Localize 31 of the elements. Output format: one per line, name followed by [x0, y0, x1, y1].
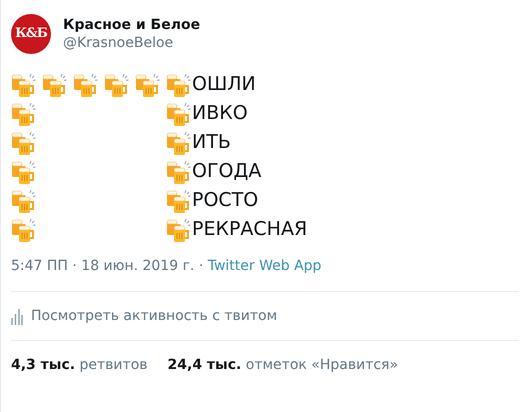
timestamp: 5:47 ПП · 18 июн. 2019 г. · — [11, 258, 204, 274]
beer-mugs-icon — [166, 72, 192, 98]
beer-mugs-icon — [104, 72, 130, 98]
beer-mugs-icon — [11, 130, 37, 156]
tweet-text: РЕКРАСНАЯ — [192, 217, 308, 242]
tweet-text: ОГОДА — [192, 159, 262, 184]
beer-mugs-icon — [135, 72, 161, 98]
avatar[interactable]: К&Б — [11, 14, 51, 54]
beer-mugs-icon — [166, 130, 192, 156]
author-handle[interactable]: @KrasnoeBeloe — [63, 34, 200, 52]
author-name[interactable]: Красное и Белое — [63, 16, 200, 34]
view-activity-link[interactable]: Посмотреть активность с твитом — [31, 306, 278, 327]
source-link[interactable]: Twitter Web App — [208, 258, 322, 274]
analytics-icon[interactable] — [11, 308, 23, 324]
beer-mugs-icon — [11, 100, 37, 126]
tweet-text: ИТЬ — [192, 130, 231, 155]
beer-mugs-icon — [11, 188, 37, 214]
beer-mugs-icon — [11, 216, 37, 242]
beer-mugs-icon — [166, 188, 192, 214]
stat-link[interactable]: 24,4 тыс. отметок «Нравится» — [168, 355, 398, 376]
beer-mugs-icon — [166, 100, 192, 126]
beer-mugs-icon — [166, 216, 192, 242]
beer-mugs-icon — [11, 72, 37, 98]
tweet-text: ИВКО — [192, 101, 248, 126]
beer-mugs-icon — [73, 72, 99, 98]
stat-link[interactable]: 4,3 тыс. ретвитов — [11, 355, 148, 376]
beer-mugs-icon — [11, 158, 37, 184]
tweet-text: ОШЛИ — [192, 72, 256, 97]
beer-mugs-icon — [42, 72, 68, 98]
beer-mugs-icon — [166, 158, 192, 184]
tweet-text: РОСТО — [192, 188, 258, 213]
